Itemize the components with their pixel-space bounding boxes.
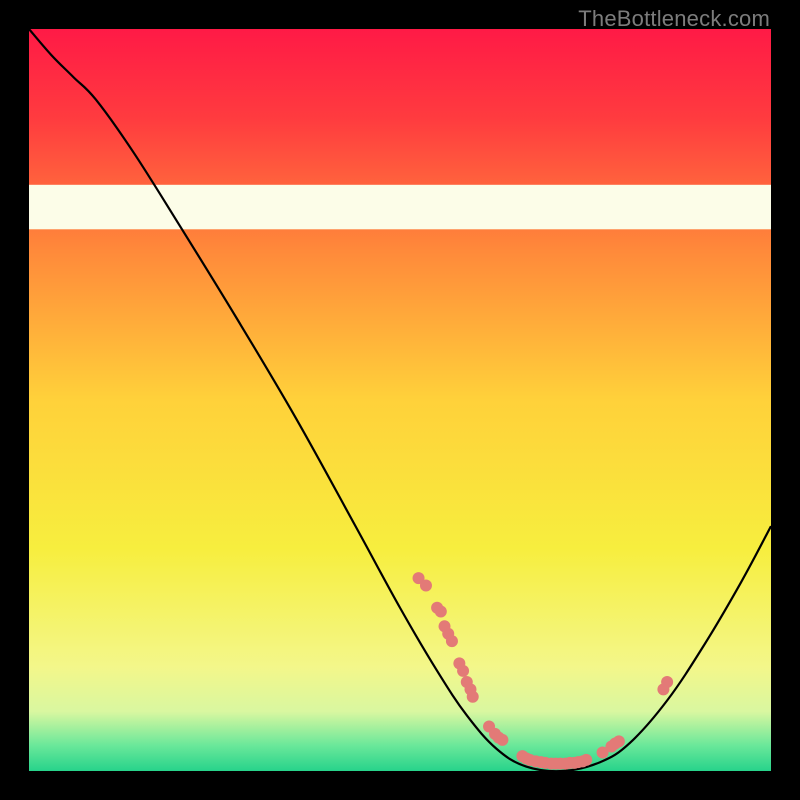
data-marker bbox=[457, 665, 469, 677]
data-marker bbox=[467, 691, 479, 703]
data-marker bbox=[580, 754, 592, 766]
chart-frame bbox=[29, 29, 771, 771]
highlight-band bbox=[29, 185, 771, 230]
gradient-background bbox=[29, 29, 771, 771]
data-marker bbox=[496, 734, 508, 746]
data-marker bbox=[613, 735, 625, 747]
chart-svg bbox=[29, 29, 771, 771]
data-marker bbox=[435, 605, 447, 617]
data-marker bbox=[446, 635, 458, 647]
data-marker bbox=[661, 676, 673, 688]
data-marker bbox=[420, 580, 432, 592]
